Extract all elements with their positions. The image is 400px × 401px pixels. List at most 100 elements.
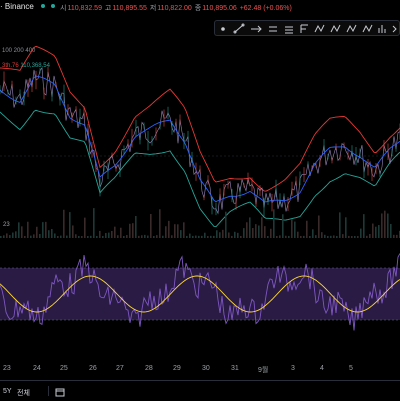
volume-bar (267, 236, 269, 238)
volume-bar (375, 226, 377, 238)
time-axis[interactable]: 23 24 25 26 27 28 29 30 31 9월 3 4 5 (0, 362, 400, 376)
volume-bar (339, 212, 341, 238)
volume-bar (60, 235, 62, 238)
volume-bar (156, 235, 158, 238)
volume-bar (27, 221, 29, 238)
volume-bar (180, 230, 182, 238)
volume-bar (6, 233, 8, 238)
volume-bar (255, 224, 257, 238)
volume-bar (213, 235, 215, 238)
symbol-title[interactable]: · Binance (0, 2, 34, 11)
volume-bar (24, 235, 26, 238)
range-all-button[interactable]: 전체 (17, 388, 30, 398)
volume-bar (270, 228, 272, 238)
volume-bar (147, 235, 149, 238)
volume-bar (120, 227, 122, 238)
volume-bar (33, 234, 35, 238)
volume-bar (366, 235, 368, 238)
volume-bar (360, 228, 362, 238)
volume-bar (165, 226, 167, 238)
price-chart[interactable] (0, 30, 400, 260)
volume-bar (327, 235, 329, 238)
volume-bar (342, 234, 344, 238)
volume-bar (297, 231, 299, 238)
volume-bar (249, 217, 251, 238)
volume-bar (21, 226, 23, 238)
volume-bar (141, 235, 143, 238)
volume-bar (315, 235, 317, 238)
volume-bar (111, 230, 113, 238)
volume-bar (345, 217, 347, 238)
volume-bar (381, 213, 383, 238)
volume-bar (276, 235, 278, 238)
volume-bar (309, 236, 311, 238)
range-5y-button[interactable]: 5Y (3, 388, 12, 395)
x-tick: 4 (320, 365, 324, 372)
volume-bar (135, 216, 137, 238)
x-tick: 9월 (258, 367, 269, 374)
volume-bar (183, 222, 185, 238)
rsi-panel[interactable] (0, 250, 400, 362)
volume-bar (12, 232, 14, 238)
volume-bar (207, 235, 209, 238)
volume-bar (246, 222, 248, 238)
volume-bar (18, 222, 20, 238)
volume-bar (294, 221, 296, 238)
volume-bar (300, 235, 302, 238)
volume-bar (30, 235, 32, 238)
volume-bar (318, 215, 320, 238)
volume-bar (75, 234, 77, 238)
volume-bar (105, 233, 107, 238)
volume-bar (42, 222, 44, 238)
volume-bar (0, 235, 2, 238)
x-tick: 26 (89, 365, 97, 372)
volume-bar (279, 235, 281, 238)
volume-bar (258, 225, 260, 238)
x-tick: 24 (33, 365, 41, 372)
volume-bar (312, 229, 314, 238)
volume-bar (222, 229, 224, 238)
volume-bar (123, 235, 125, 238)
close-key: 종 (194, 5, 202, 12)
volume-bar (324, 234, 326, 238)
volume-bar (393, 234, 395, 238)
change-value: +62.48 (+0.06%) (239, 5, 292, 12)
calendar-icon[interactable] (55, 387, 65, 399)
volume-bar (234, 231, 236, 238)
volume-bar (231, 235, 233, 238)
volume-bar (84, 217, 86, 238)
volume-bar (273, 209, 275, 238)
volume-bar (201, 235, 203, 238)
price-line (0, 67, 400, 215)
volume-bar (87, 235, 89, 238)
volume-bar (357, 235, 359, 238)
x-tick: 25 (60, 365, 68, 372)
volume-bar (261, 217, 263, 238)
volume-bar (330, 235, 332, 238)
volume-bar (369, 234, 371, 238)
volume-bar (63, 209, 65, 238)
volume-bar (129, 223, 131, 238)
volume-bar (219, 232, 221, 238)
volume-bar (321, 232, 323, 238)
x-tick: 3 (291, 365, 295, 372)
volume-bar (390, 223, 392, 238)
volume-bar (396, 234, 398, 238)
bottom-toolbar: 5Y 전체 (0, 380, 400, 401)
volume-bar (90, 235, 92, 238)
volume-bar (168, 220, 170, 238)
status-dot (51, 4, 55, 8)
close-value: 110,895.06 (202, 5, 237, 12)
volume-bar (210, 235, 212, 238)
low-value: 110,822.00 (157, 5, 192, 12)
volume-bar (69, 212, 71, 238)
volume-bar (252, 228, 254, 238)
volume-bar (81, 235, 83, 238)
volume-bar (48, 230, 50, 238)
volume-bar (189, 233, 191, 238)
volume-bar (192, 235, 194, 238)
volume-bar (291, 219, 293, 238)
volume-bar (99, 230, 101, 238)
volume-bar (228, 232, 230, 238)
volume-bar (288, 235, 290, 238)
